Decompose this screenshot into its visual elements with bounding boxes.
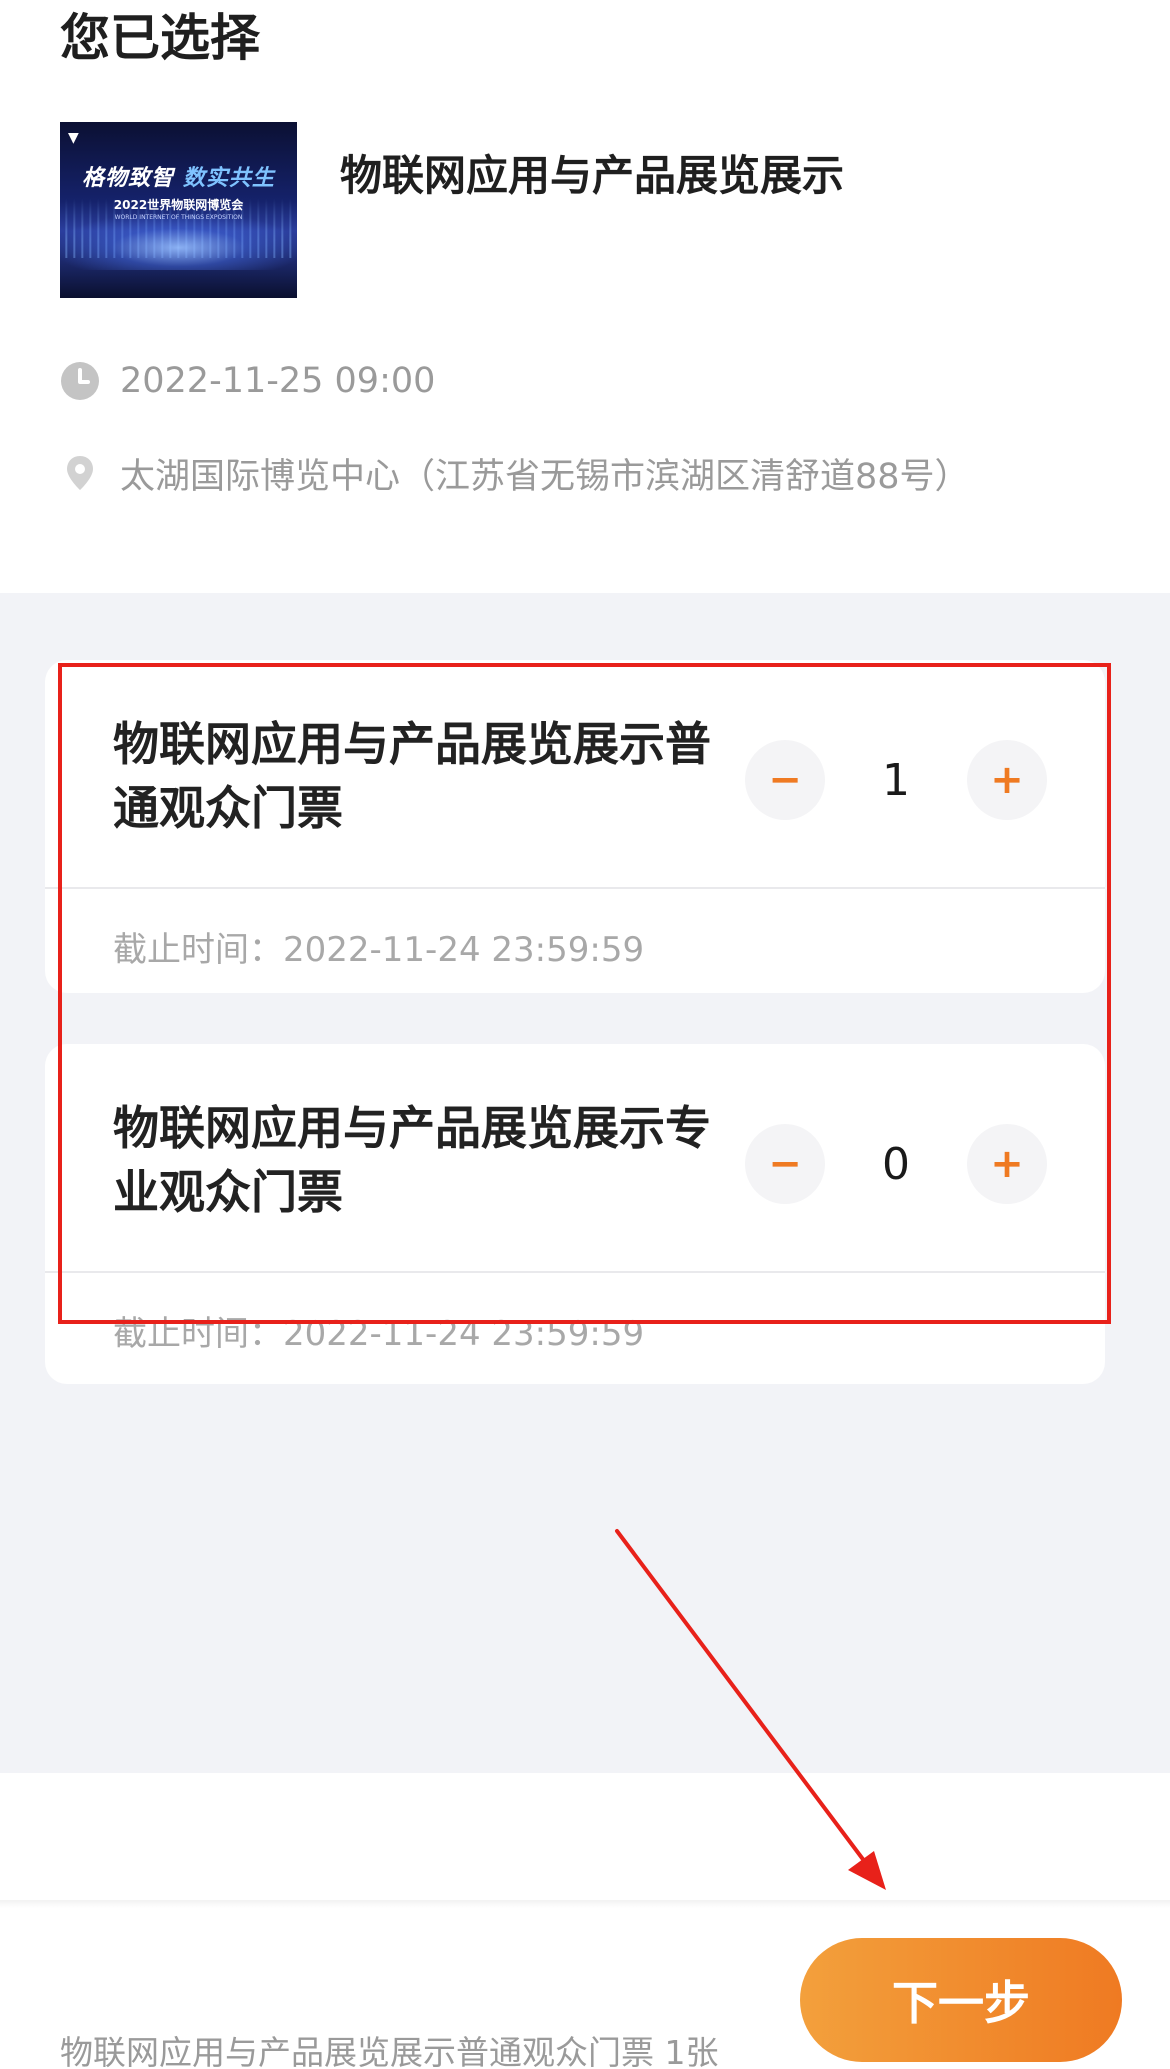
thumbnail-expo-title: 2022世界物联网博览会: [113, 198, 244, 212]
ticket-name: 物联网应用与产品展览展示普通观众门票: [113, 717, 711, 835]
ticket-deadline: 截止时间：2022-11-24 23:59:59: [113, 930, 645, 970]
plus-icon: +: [990, 757, 1024, 803]
section-title: 您已选择: [60, 9, 260, 67]
thumbnail-slogan: 格物致智 数实共生: [60, 160, 297, 192]
ticket-name: 物联网应用与产品展览展示专业观众门票: [113, 1101, 711, 1219]
slogan-part-2: 数实共生: [182, 166, 275, 191]
ticket-card: 物联网应用与产品展览展示普通观众门票 − 1 + 截止时间：2022-11-24…: [45, 660, 1105, 993]
increase-quantity-button[interactable]: +: [967, 1124, 1047, 1204]
card-divider: [45, 1271, 1105, 1273]
increase-quantity-button[interactable]: +: [967, 740, 1047, 820]
minus-icon: −: [768, 757, 802, 803]
slogan-part-1: 格物致智: [82, 166, 175, 191]
thumbnail-glow: [60, 214, 297, 270]
event-datetime: 2022-11-25 09:00: [120, 361, 436, 401]
expo-logo-icon: ▼: [68, 130, 79, 146]
event-location-row: 太湖国际博览中心（江苏省无锡市滨湖区清舒道88号）: [60, 448, 970, 498]
clock-icon: [60, 361, 100, 401]
plus-icon: +: [990, 1141, 1024, 1187]
next-step-button[interactable]: 下一步: [800, 1938, 1122, 2062]
decrease-quantity-button[interactable]: −: [745, 740, 825, 820]
event-thumbnail: ▼ 格物致智 数实共生 2022世界物联网博览会 WORLD INTERNET …: [60, 122, 297, 298]
thumbnail-expo-english: WORLD INTERNET OF THINGS EXPOSITION: [114, 214, 243, 221]
selected-event-section: 您已选择 ▼ 格物致智 数实共生 2022世界物联网博览会 WORLD INTE…: [0, 0, 1170, 593]
decrease-quantity-button[interactable]: −: [745, 1124, 825, 1204]
location-pin-icon: [60, 453, 100, 493]
minus-icon: −: [768, 1141, 802, 1187]
quantity-stepper: − 0 +: [745, 1124, 1047, 1204]
quantity-value: 0: [882, 1138, 910, 1190]
quantity-stepper: − 1 +: [745, 740, 1047, 820]
event-location: 太湖国际博览中心（江苏省无锡市滨湖区清舒道88号）: [120, 456, 970, 497]
quantity-value: 1: [882, 754, 910, 806]
event-name: 物联网应用与产品展览展示: [340, 151, 845, 200]
footer-divider: [0, 1900, 1170, 1908]
event-time-row: 2022-11-25 09:00: [60, 356, 435, 406]
ticket-selection-page: 您已选择 ▼ 格物致智 数实共生 2022世界物联网博览会 WORLD INTE…: [0, 0, 1170, 2069]
ticket-card: 物联网应用与产品展览展示专业观众门票 − 0 + 截止时间：2022-11-24…: [45, 1044, 1105, 1384]
selection-summary: 物联网应用与产品展览展示普通观众门票 1张: [60, 2033, 719, 2069]
card-divider: [45, 887, 1105, 889]
ticket-deadline: 截止时间：2022-11-24 23:59:59: [113, 1314, 645, 1354]
